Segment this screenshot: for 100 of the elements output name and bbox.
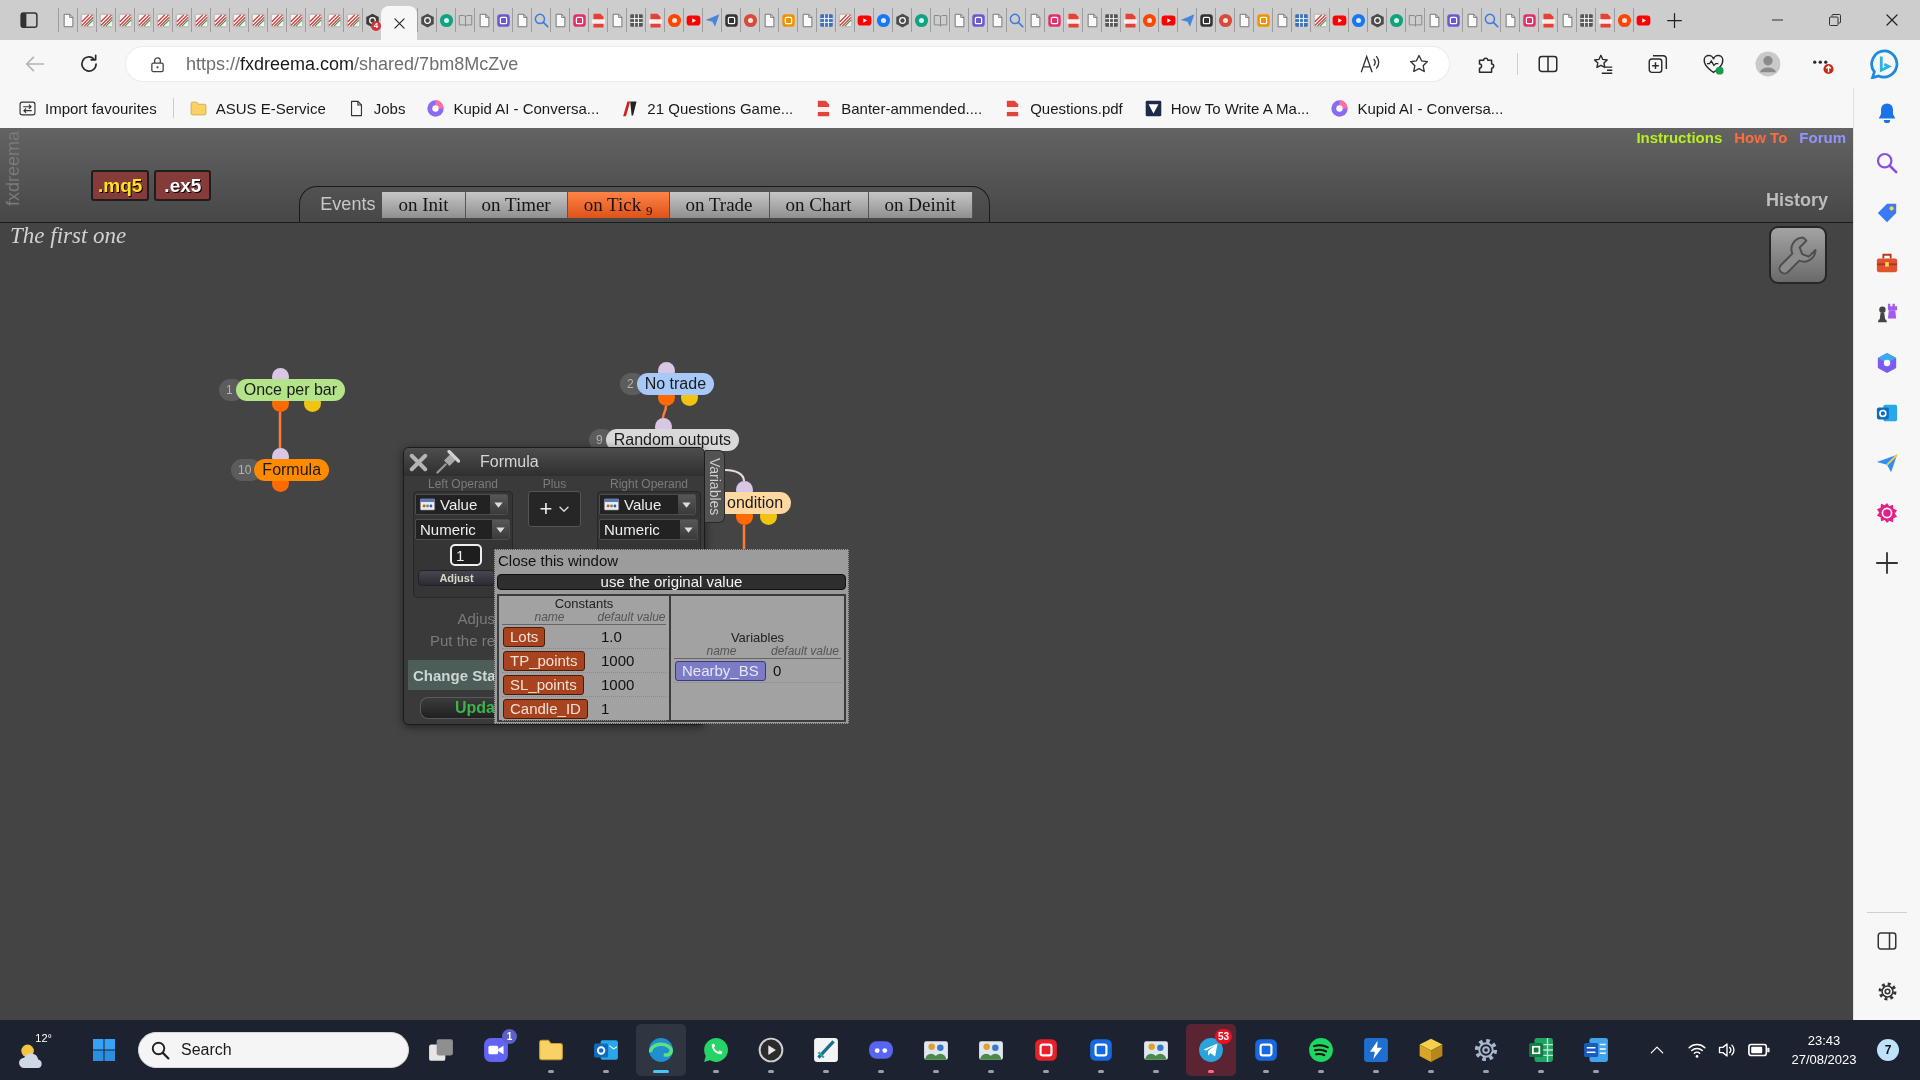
value-input[interactable]: 1 [450, 544, 482, 566]
close-window-link[interactable]: Close this window [497, 551, 619, 571]
plus-icon [1876, 552, 1898, 574]
tile-icon [1255, 12, 1271, 28]
section-title: Constants [553, 597, 615, 611]
page-icon [1274, 12, 1290, 28]
browser-tab[interactable] [892, 8, 911, 32]
slanted-bars-icon [621, 99, 639, 117]
browser-tab[interactable] [417, 8, 436, 32]
export-button[interactable]: .ex5 [154, 170, 212, 201]
bookmark-link[interactable]: Banter-ammended.... [809, 93, 989, 123]
circle-icon [427, 99, 445, 117]
browser-tab[interactable] [1576, 8, 1595, 32]
avatar-icon [1755, 51, 1781, 77]
event-tab[interactable]: on Deinit [868, 191, 973, 218]
event-tab[interactable]: on Tick $_{9}$ [567, 191, 670, 218]
bookmark-link[interactable]: Kupid AI - Conversa... [421, 93, 606, 123]
history-link[interactable]: History [1766, 190, 1828, 211]
bookmark-link[interactable]: Kupid AI - Conversa... [1325, 93, 1510, 123]
address-bar[interactable]: https://fxdreema.com/shared/7bm8McZve [126, 47, 1449, 81]
striped-icon [212, 12, 228, 28]
page-icon [609, 12, 625, 28]
browser-tab[interactable] [1367, 8, 1386, 32]
caret-icon [684, 526, 693, 533]
striped-icon [79, 12, 95, 28]
heart-pulse-icon [1702, 53, 1724, 75]
taskbar-app-button[interactable] [636, 1024, 686, 1076]
page-icon [1084, 12, 1100, 28]
constant-chip[interactable]: Lots [503, 626, 546, 647]
variables-tab[interactable]: Variables [705, 450, 725, 524]
weather-button[interactable]: 12° [8, 1024, 54, 1076]
type-dropdown[interactable]: Numeric [599, 519, 698, 540]
event-tab[interactable]: on Chart [769, 191, 869, 218]
original-value-button[interactable]: use the original value [497, 574, 846, 590]
striped-icon [326, 12, 342, 28]
default-value-text: 0 [772, 662, 782, 679]
block-node[interactable]: Once per bar [235, 379, 346, 401]
constant-chip[interactable]: TP_points [503, 650, 585, 671]
adjust-button[interactable]: Adjust [418, 570, 495, 586]
striped-icon [98, 12, 114, 28]
bookmark-link[interactable]: 21 Questions Game... [615, 93, 800, 123]
tile-icon [1198, 12, 1214, 28]
pdf-file-icon [647, 12, 663, 28]
browser-tab[interactable] [1101, 8, 1120, 32]
striped-icon [345, 12, 361, 28]
page-icon [476, 12, 492, 28]
browser-tab[interactable] [1196, 8, 1215, 32]
taskbar-app-button[interactable]: 1 [471, 1024, 521, 1076]
circle-icon [1616, 12, 1632, 28]
bookmark-link[interactable]: ASUS E-Service [183, 93, 332, 123]
split-screen-icon [1538, 54, 1558, 74]
constant-chip[interactable]: SL_points [503, 674, 584, 695]
page-icon [951, 12, 967, 28]
search-button[interactable]: Search [138, 1032, 409, 1068]
event-tab[interactable]: on Timer [465, 191, 568, 218]
bookmark-link[interactable]: Import favourites [13, 93, 163, 123]
browser-tab[interactable] [626, 8, 645, 32]
page-icon [1236, 12, 1252, 28]
clock-button[interactable]: 23:43 27/08/2023 [1788, 1026, 1860, 1074]
block-node[interactable]: No trade [636, 373, 715, 395]
hexagon-icon [1876, 352, 1898, 374]
tag-icon [1876, 202, 1898, 224]
phone-bubble-icon [703, 1037, 729, 1063]
grid-icon [628, 12, 644, 28]
bookmark-link[interactable]: How To Write A Ma... [1138, 93, 1316, 123]
type-dropdown[interactable]: Numeric [415, 519, 510, 540]
striped-icon [307, 12, 323, 28]
events-label: Events [320, 194, 376, 215]
source-dropdown[interactable]: Value [415, 494, 508, 515]
column-header: name [705, 645, 738, 658]
notifications-button[interactable]: 7 [1877, 1039, 1899, 1061]
video-camera-icon [483, 1037, 509, 1063]
windows-stack-icon [428, 1037, 454, 1063]
update-button[interactable]: Upda [420, 697, 495, 719]
source-dropdown[interactable]: Value [599, 494, 696, 515]
event-tab[interactable]: on Trade [669, 191, 770, 218]
pin-icon[interactable] [436, 450, 460, 474]
bookmark-link[interactable]: Questions.pdf [998, 93, 1129, 123]
close-icon[interactable] [409, 452, 428, 472]
bookmark-link[interactable]: Jobs [341, 93, 412, 123]
date-text: 27/08/2023 [1791, 1051, 1857, 1069]
tools-button[interactable] [1769, 226, 1827, 284]
block-node[interactable]: ondition [724, 492, 792, 514]
constant-chip[interactable]: Candle_ID [503, 698, 588, 719]
striped-icon [231, 12, 247, 28]
starburst-icon [1876, 502, 1898, 524]
book-icon [1407, 12, 1423, 28]
header-link[interactable]: Instructions [1636, 129, 1723, 147]
tile-icon [1445, 12, 1461, 28]
caret-icon [494, 501, 503, 508]
export-button[interactable]: .mq5 [91, 170, 150, 201]
volume-icon [1718, 1041, 1736, 1059]
window-icon [603, 498, 620, 511]
browser-tab[interactable] [721, 8, 740, 32]
block-node[interactable]: Formula [254, 459, 330, 481]
operator-dropdown[interactable]: + [528, 491, 581, 527]
tab-actions-icon [20, 11, 38, 29]
taskbar-app-button[interactable]: 53 [1186, 1024, 1236, 1076]
event-tab[interactable]: on Init [382, 191, 466, 218]
search-icon [1008, 12, 1024, 28]
